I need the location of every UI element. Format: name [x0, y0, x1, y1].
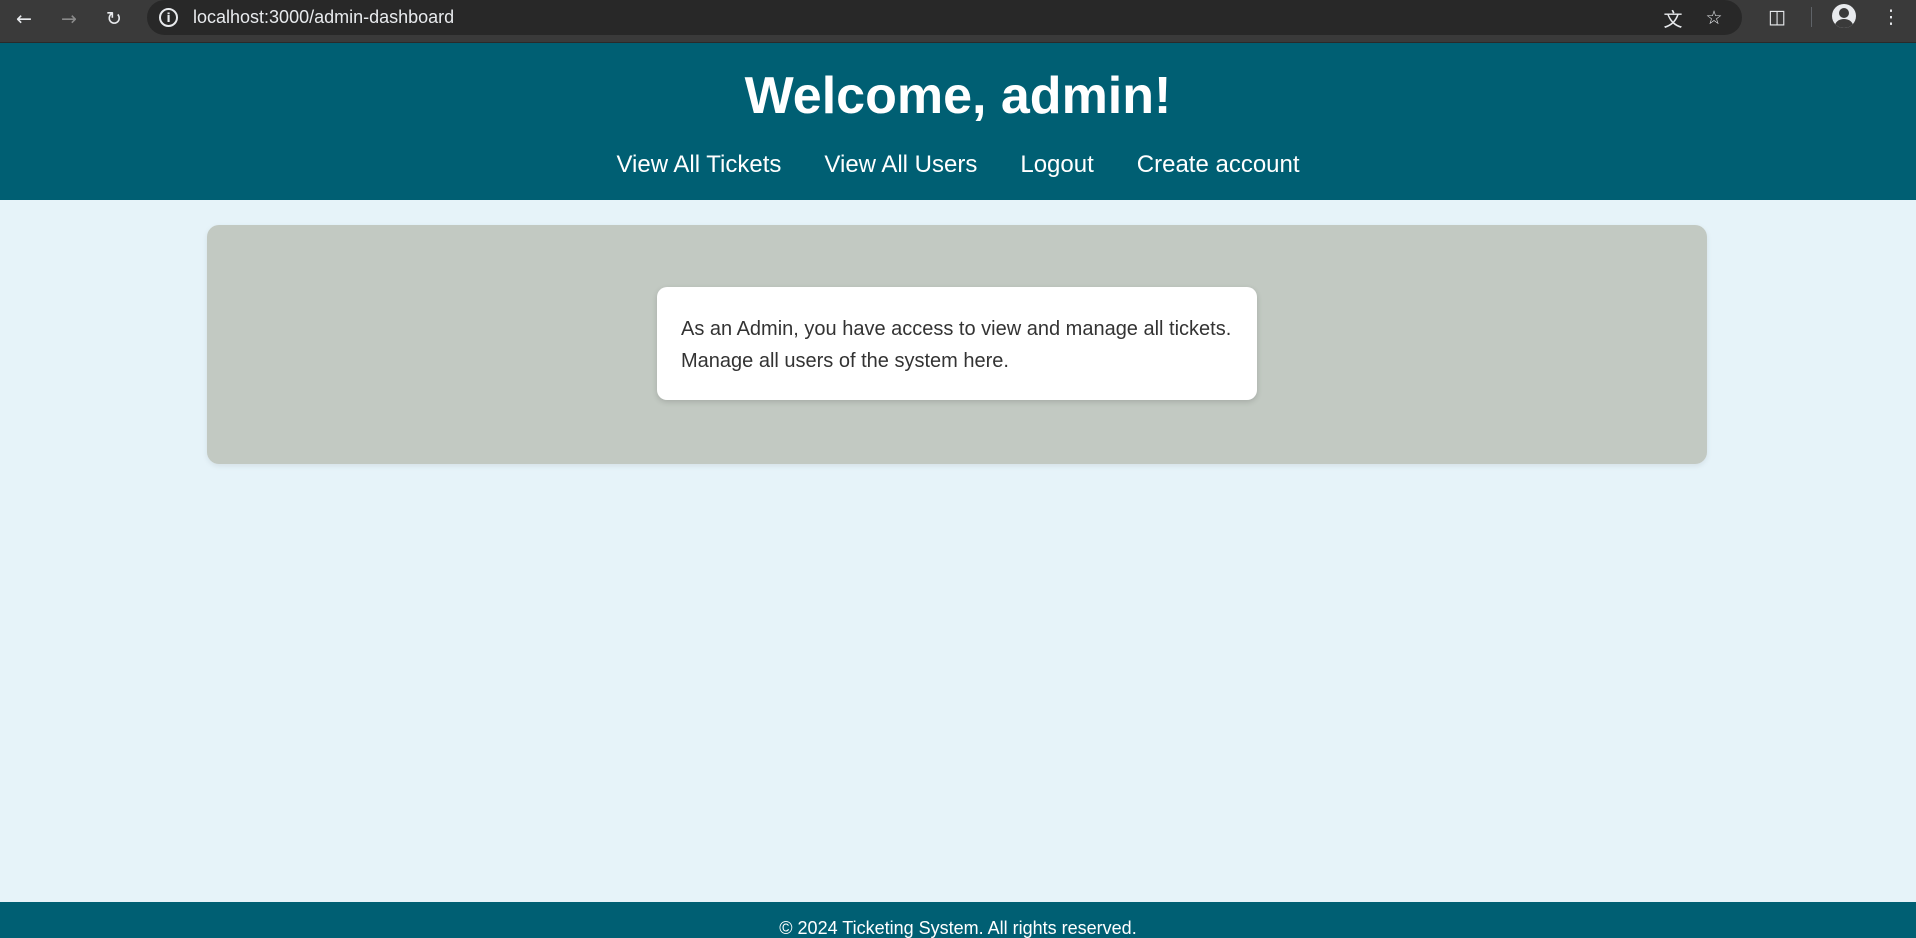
back-arrow-icon[interactable]: ←: [9, 4, 39, 34]
nav-link-view-all-tickets[interactable]: View All Tickets: [616, 150, 781, 180]
site-footer: © 2024 Ticketing System. All rights rese…: [0, 902, 1916, 938]
admin-info-text-users: Manage all users of the system here.: [681, 350, 1009, 372]
puzzle-icon[interactable]: ◫: [1762, 2, 1792, 32]
admin-info-card: As an Admin, you have access to view and…: [657, 287, 1257, 400]
star-icon[interactable]: ☆: [1700, 4, 1728, 32]
nav-link-logout[interactable]: Logout: [1020, 150, 1093, 180]
address-bar[interactable]: i 文 ☆: [147, 0, 1742, 35]
site-header: Welcome, admin! View All Tickets View Al…: [0, 43, 1916, 200]
main-nav: View All Tickets View All Users Logout C…: [0, 150, 1916, 180]
translate-icon[interactable]: 文: [1659, 4, 1687, 32]
toolbar-divider: [1811, 7, 1812, 27]
forward-arrow-icon[interactable]: →: [54, 4, 84, 34]
kebab-menu-icon[interactable]: ⋮: [1876, 2, 1906, 32]
reload-icon[interactable]: ↻: [99, 4, 129, 34]
admin-info-text-tickets: As an Admin, you have access to view and…: [681, 318, 1232, 340]
page-title: Welcome, admin!: [744, 67, 1172, 125]
nav-link-create-account[interactable]: Create account: [1137, 150, 1300, 180]
footer-copyright: © 2024 Ticketing System. All rights rese…: [779, 918, 1137, 938]
dashboard-panel: As an Admin, you have access to view and…: [207, 225, 1707, 464]
profile-avatar-icon[interactable]: [1832, 4, 1856, 28]
url-input[interactable]: [193, 6, 1593, 28]
nav-link-view-all-users[interactable]: View All Users: [824, 150, 977, 180]
site-info-icon[interactable]: i: [159, 8, 178, 27]
browser-toolbar: ← → ↻ i 文 ☆ ◫ ⋮: [0, 0, 1916, 43]
